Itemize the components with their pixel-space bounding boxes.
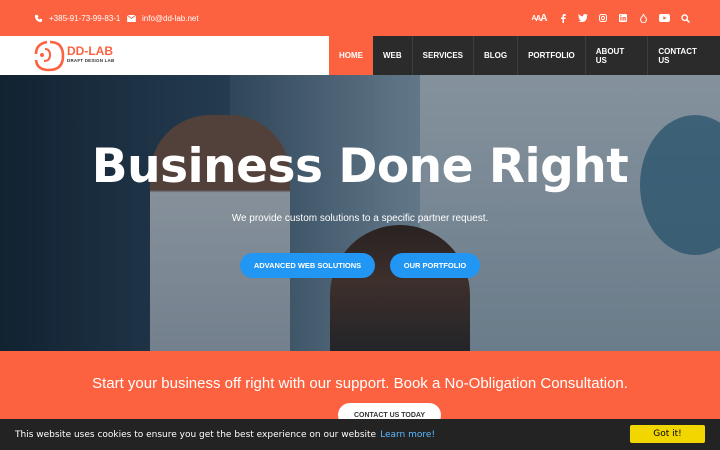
phone-number: +385-91-73-99-83-1 bbox=[49, 13, 121, 23]
search-icon[interactable] bbox=[680, 12, 690, 24]
cookie-learn-more-link[interactable]: Learn more! bbox=[380, 430, 435, 440]
instagram-icon[interactable] bbox=[598, 12, 608, 24]
main-navbar: DD-LAB DRAFT DESIGN LAB HOME WEB SERVICE… bbox=[0, 36, 720, 75]
nav-item-home[interactable]: HOME bbox=[329, 36, 373, 75]
cta-text: Start your business off right with our s… bbox=[92, 375, 628, 392]
cookie-message: This website uses cookies to ensure you … bbox=[15, 419, 435, 450]
drupal-icon[interactable] bbox=[638, 12, 648, 24]
phone-icon bbox=[34, 14, 43, 22]
nav-item-web[interactable]: WEB bbox=[373, 36, 413, 75]
font-size-toggle[interactable]: AAA bbox=[530, 12, 548, 24]
hero-subtitle: We provide custom solutions to a specifi… bbox=[231, 213, 489, 224]
nav-item-services[interactable]: SERVICES bbox=[413, 36, 474, 75]
email-contact[interactable]: info@dd-lab.net bbox=[127, 0, 199, 36]
email-address: info@dd-lab.net bbox=[142, 13, 199, 23]
social-links: AAA bbox=[530, 0, 690, 36]
our-portfolio-button[interactable]: OUR PORTFOLIO bbox=[390, 253, 480, 278]
mail-icon bbox=[127, 14, 136, 22]
advanced-web-solutions-button[interactable]: ADVANCED WEB SOLUTIONS bbox=[240, 253, 375, 278]
phone-contact[interactable]: +385-91-73-99-83-1 bbox=[34, 0, 120, 36]
nav-item-about-us[interactable]: ABOUT US bbox=[586, 36, 649, 75]
hero-title: Business Done Right bbox=[91, 139, 629, 194]
youtube-icon[interactable] bbox=[658, 12, 670, 24]
twitter-icon[interactable] bbox=[578, 12, 588, 24]
top-bar: +385-91-73-99-83-1 info@dd-lab.net AAA bbox=[0, 0, 720, 36]
nav-item-portfolio[interactable]: PORTFOLIO bbox=[518, 36, 586, 75]
nav-menu: HOME WEB SERVICES BLOG PORTFOLIO ABOUT U… bbox=[329, 36, 720, 75]
cookie-accept-button[interactable]: Got it! bbox=[630, 425, 705, 443]
consultation-cta: Start your business off right with our s… bbox=[0, 351, 720, 427]
logo-tagline: DRAFT DESIGN LAB bbox=[67, 58, 115, 63]
hero-banner: Business Done Right We provide custom so… bbox=[0, 75, 720, 351]
nav-item-blog[interactable]: BLOG bbox=[474, 36, 519, 75]
cookie-banner: This website uses cookies to ensure you … bbox=[0, 419, 720, 450]
logo-name: DD-LAB bbox=[67, 44, 113, 58]
logo-mark bbox=[34, 40, 65, 72]
facebook-icon[interactable] bbox=[558, 12, 568, 24]
cookie-text: This website uses cookies to ensure you … bbox=[15, 429, 377, 440]
linkedin-icon[interactable] bbox=[618, 12, 628, 24]
nav-item-contact-us[interactable]: CONTACT US bbox=[648, 36, 720, 75]
